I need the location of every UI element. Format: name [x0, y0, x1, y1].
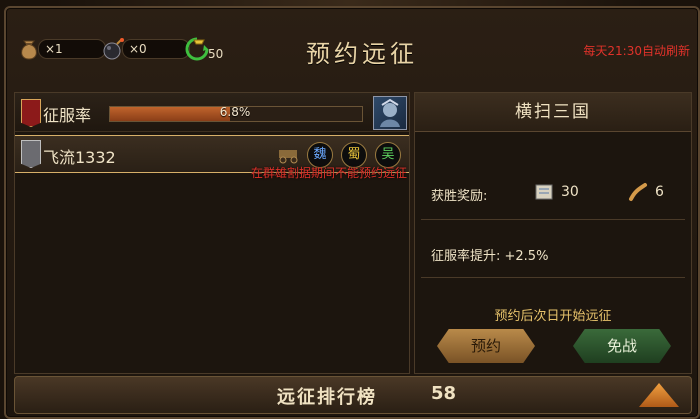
- gold-refresh-cost: 50: [208, 47, 224, 61]
- exempt-button[interactable]: 免战: [573, 329, 671, 363]
- resource-coin-bag: ×1: [16, 34, 106, 64]
- auto-refresh-text: 每天21:30自动刷新: [583, 44, 690, 58]
- ranking-label: 远征排行榜: [277, 387, 377, 408]
- left-panel: 征服率 6.8% 飞流1332 魏 蜀 吴 在群雄割据期间不能预约远征: [14, 92, 410, 374]
- player-name: 飞流1332: [43, 148, 116, 167]
- reserve-button[interactable]: 预约: [437, 329, 535, 363]
- ranking-count: 58: [431, 383, 457, 404]
- reward-whip: 6: [627, 181, 664, 203]
- reward-scroll: 30: [533, 181, 579, 203]
- reward-label: 获胜奖励:: [431, 189, 488, 204]
- red-banner-icon: [21, 99, 41, 127]
- conquest-rate-increase: 征服率提升: +2.5%: [431, 249, 549, 264]
- divider: [421, 219, 685, 220]
- bomb-count: ×0: [122, 39, 190, 59]
- expand-arrow-icon[interactable]: [639, 383, 679, 407]
- conquest-rate-label: 征服率: [43, 106, 92, 125]
- coin-bag-count: ×1: [38, 39, 106, 59]
- scroll-icon: [533, 181, 555, 203]
- reservation-notice: 预约后次日开始远征: [494, 309, 612, 324]
- conquest-rate-row: 征服率 6.8%: [15, 93, 409, 132]
- resource-bomb: ×0: [100, 34, 190, 64]
- page-title: 预约远征: [306, 40, 418, 68]
- divider: [421, 277, 685, 278]
- whip-icon: [627, 181, 649, 203]
- boss-portrait-icon[interactable]: [373, 96, 407, 130]
- right-panel: 横扫三国 获胜奖励: 30 6 征服率提升: +2.5% 预约后次日开始远征 预…: [414, 92, 692, 374]
- grey-banner-icon: [21, 140, 41, 168]
- ranking-bar[interactable]: 远征排行榜 58: [14, 376, 692, 414]
- resource-gold-refresh[interactable]: 50: [184, 34, 223, 64]
- gold-ingot-refresh-icon[interactable]: [184, 36, 210, 62]
- conquest-rate-value: 6.8%: [219, 105, 251, 119]
- reservation-warning: 在群雄割据期间不能预约远征: [251, 166, 408, 180]
- expedition-title: 横扫三国: [415, 93, 691, 132]
- player-row[interactable]: 飞流1332 魏 蜀 吴 在群雄割据期间不能预约远征: [15, 135, 409, 180]
- reward-scroll-count: 30: [561, 184, 579, 200]
- reward-whip-count: 6: [655, 184, 664, 200]
